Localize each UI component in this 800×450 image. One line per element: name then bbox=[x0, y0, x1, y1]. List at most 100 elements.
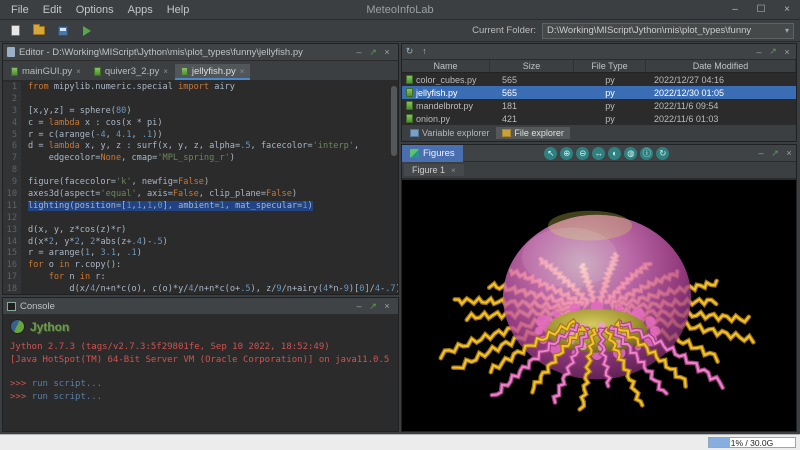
globe-grid-icon[interactable]: ◍ bbox=[624, 146, 638, 160]
code-line: 13 d(x, y, z*cos(z)*r) bbox=[3, 224, 398, 237]
menu-edit[interactable]: Edit bbox=[36, 2, 69, 18]
pan-icon[interactable]: ↔ bbox=[592, 146, 606, 160]
save-button[interactable] bbox=[54, 22, 72, 39]
open-folder-icon bbox=[33, 24, 45, 35]
menu-options[interactable]: Options bbox=[69, 2, 121, 18]
cursor-icon[interactable]: ↖ bbox=[544, 146, 558, 160]
file-name-cell: color_cubes.py bbox=[402, 75, 490, 85]
new-script-button[interactable] bbox=[6, 22, 24, 39]
close-icon[interactable]: × bbox=[240, 67, 245, 76]
code-line: 12 bbox=[3, 212, 398, 225]
code-area[interactable]: 1 from mipylib.numeric.special import air… bbox=[3, 82, 398, 294]
file-table-header: Name Size File Type Date Modified bbox=[402, 59, 796, 73]
line-number: 3 bbox=[3, 105, 21, 118]
chevron-down-icon[interactable]: ▾ bbox=[785, 26, 789, 35]
rotate-icon[interactable]: ↻ bbox=[656, 146, 670, 160]
code-line: 7 edgecolor=None, cmap='MPL_spring_r') bbox=[3, 153, 398, 166]
figure-canvas[interactable] bbox=[402, 180, 796, 431]
code-text: d(x, y, z*cos(z)*r) bbox=[28, 224, 127, 235]
console-output[interactable]: Jython Jython 2.7.3 (tags/v2.7.3:5f29801… bbox=[3, 315, 398, 431]
panel-controls: – ↗ × bbox=[752, 46, 794, 57]
close-icon[interactable]: × bbox=[76, 67, 81, 76]
editor-tab-label: jellyfish.py bbox=[191, 66, 236, 77]
float-icon[interactable]: ↗ bbox=[366, 47, 380, 58]
figures-panel: Figures ↖ ⊕ ⊖ ↔ ◐ ◍ ⓘ ↻ – ↗ × Figure 1 × bbox=[401, 144, 797, 432]
editor-scrollbar[interactable] bbox=[391, 86, 397, 156]
editor-tab-mainGUI.py[interactable]: mainGUI.py × bbox=[5, 64, 87, 80]
menu-help[interactable]: Help bbox=[160, 2, 197, 18]
code-text: [x,y,z] = sphere(80) bbox=[28, 105, 132, 116]
console-line: Jython 2.7.3 (tags/v2.7.3:5f29801fe, Sep… bbox=[10, 342, 330, 352]
column-header-name[interactable]: Name bbox=[402, 60, 490, 72]
close-icon[interactable]: × bbox=[780, 47, 794, 57]
line-number: 7 bbox=[3, 153, 21, 166]
file-explorer-panel: ↻ ↑ – ↗ × Name Size File Type Date Modified co… bbox=[401, 43, 797, 142]
column-header-type[interactable]: File Type bbox=[574, 60, 646, 72]
window-controls: – ☐ × bbox=[722, 0, 800, 19]
minimize-icon[interactable]: – bbox=[352, 47, 366, 57]
maximize-icon[interactable]: ☐ bbox=[748, 0, 774, 19]
table-row[interactable]: mandelbrot.py 181 py 2022/11/6 09:54 bbox=[402, 99, 796, 112]
console-line: >>> run script... bbox=[10, 379, 103, 389]
editor-tab-jellyfish.py[interactable]: jellyfish.py × bbox=[174, 64, 251, 80]
zoom-out-icon[interactable]: ⊖ bbox=[576, 146, 590, 160]
jellyfish-figure bbox=[438, 210, 756, 412]
menu-file[interactable]: File bbox=[4, 2, 36, 18]
minimize-icon[interactable]: – bbox=[722, 0, 748, 19]
run-script-button[interactable] bbox=[78, 22, 96, 39]
close-icon[interactable]: × bbox=[380, 301, 394, 311]
line-number: 9 bbox=[3, 177, 21, 190]
figure-tab-figure-1[interactable]: Figure 1 × bbox=[404, 164, 464, 176]
table-row[interactable]: color_cubes.py 565 py 2022/12/27 04:16 bbox=[402, 73, 796, 86]
minimize-icon[interactable]: – bbox=[754, 148, 768, 158]
meteoinfolab-window: File Edit Options Apps Help MeteoInfoLab – ☐ ×… bbox=[0, 0, 800, 450]
file-size-cell: 565 bbox=[502, 87, 518, 98]
info-icon[interactable]: ⓘ bbox=[640, 146, 654, 160]
memory-text: 1% / 30.0G bbox=[730, 438, 774, 448]
refresh-icon[interactable]: ↻ bbox=[402, 46, 417, 57]
column-header-date[interactable]: Date Modified bbox=[646, 60, 796, 72]
editor-panel-title: Editor - D:\Working\MIScript\Jython\mis\… bbox=[19, 46, 303, 58]
current-folder-combobox[interactable]: D:\Working\MIScript\Jython\mis\plot_type… bbox=[542, 22, 794, 39]
editor-panel: Editor - D:\Working\MIScript\Jython\mis\… bbox=[2, 43, 399, 295]
editor-tabs: mainGUI.py × quiver3_2.py × jellyfish.py × bbox=[3, 61, 398, 81]
open-file-button[interactable] bbox=[30, 22, 48, 39]
console-line: [Java HotSpot(TM) 64-Bit Server VM (Orac… bbox=[10, 354, 390, 365]
editor-panel-header: Editor - D:\Working\MIScript\Jython\mis\… bbox=[3, 44, 398, 61]
close-icon[interactable]: × bbox=[782, 148, 796, 158]
menu-apps[interactable]: Apps bbox=[121, 2, 160, 18]
globe-icon[interactable]: ◐ bbox=[608, 146, 622, 160]
float-icon[interactable]: ↗ bbox=[766, 46, 780, 57]
memory-indicator[interactable]: 1% / 30.0G bbox=[708, 437, 796, 448]
close-icon[interactable]: × bbox=[163, 67, 168, 76]
code-line: 6 d = lambda x, y, z : surf(x, y, z, alph… bbox=[3, 141, 398, 154]
zoom-in-icon[interactable]: ⊕ bbox=[560, 146, 574, 160]
console-icon bbox=[7, 301, 16, 311]
code-text: r = c(arange(-4, 4.1, .1)) bbox=[28, 129, 163, 140]
editor-tab-label: mainGUI.py bbox=[22, 66, 73, 77]
new-file-icon bbox=[10, 25, 20, 36]
figures-title-chip[interactable]: Figures bbox=[402, 145, 463, 162]
jython-logo-text: Jython bbox=[30, 319, 70, 334]
file-type-cell: py bbox=[605, 100, 615, 111]
minimize-icon[interactable]: – bbox=[352, 301, 366, 311]
float-icon[interactable]: ↗ bbox=[768, 148, 782, 159]
parent-folder-icon[interactable]: ↑ bbox=[417, 46, 432, 57]
close-icon[interactable]: × bbox=[774, 0, 800, 19]
tab-file-explorer[interactable]: File explorer bbox=[496, 127, 570, 139]
code-text: for n in r: bbox=[48, 272, 106, 283]
column-header-size[interactable]: Size bbox=[490, 60, 574, 72]
editor-tab-quiver3_2.py[interactable]: quiver3_2.py × bbox=[87, 64, 174, 80]
close-icon[interactable]: × bbox=[380, 47, 394, 57]
table-row[interactable]: jellyfish.py 565 py 2022/12/30 01:05 bbox=[402, 86, 796, 99]
tab-variable-explorer[interactable]: Variable explorer bbox=[404, 127, 495, 139]
code-line: 2 bbox=[3, 93, 398, 106]
file-type-cell: py bbox=[605, 113, 615, 124]
file-date-cell: 2022/11/6 09:54 bbox=[654, 100, 719, 111]
minimize-icon[interactable]: – bbox=[752, 47, 766, 57]
close-icon[interactable]: × bbox=[451, 166, 456, 175]
current-folder-value: D:\Working\MIScript\Jython\mis\plot_type… bbox=[547, 25, 752, 36]
file-size-cell: 421 bbox=[502, 113, 518, 124]
float-icon[interactable]: ↗ bbox=[366, 301, 380, 312]
